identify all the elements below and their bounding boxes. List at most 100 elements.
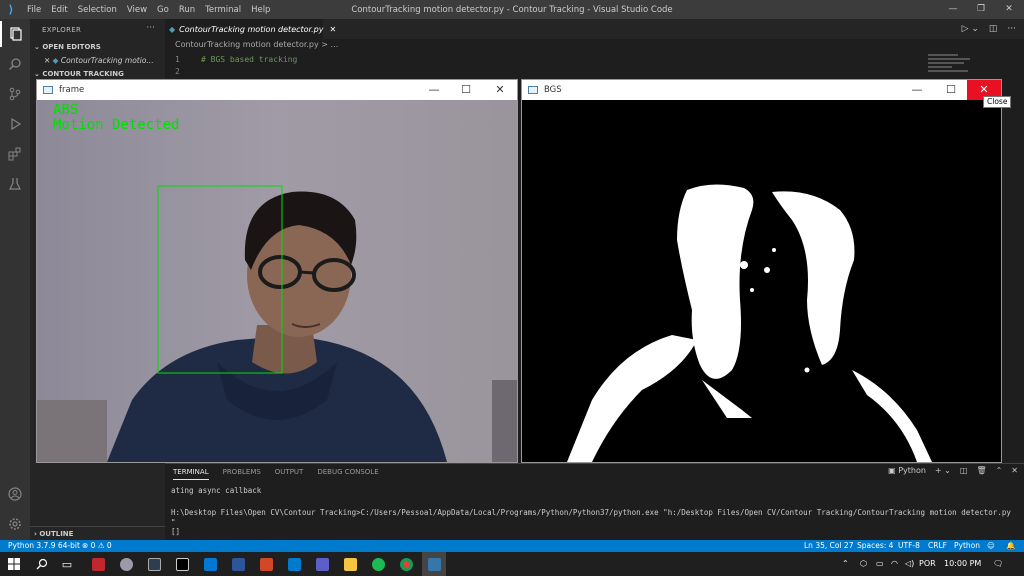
vscode-logo-icon: ⟩ [8, 3, 14, 16]
problems-count[interactable]: ⊗ 0 ⚠ 0 [82, 541, 112, 550]
end-of-line[interactable]: CRLF [928, 541, 947, 550]
maximize-icon[interactable]: ☐ [934, 80, 968, 100]
webcam-frame-image: ABS Motion Detected [37, 100, 517, 462]
terminal-cursor[interactable]: [] [171, 527, 180, 536]
restore-icon[interactable]: ❐ [968, 0, 994, 19]
minimize-icon[interactable]: — [900, 80, 934, 100]
bgs-window-titlebar[interactable]: BGS — ☐ ✕ [522, 80, 1001, 100]
network-icon[interactable]: ◠ [891, 552, 898, 576]
windows-start-icon[interactable] [2, 552, 26, 576]
tab-output[interactable]: OUTPUT [275, 468, 304, 480]
mail-app-icon[interactable] [198, 552, 222, 576]
new-terminal-icon[interactable]: + ⌄ [935, 466, 951, 475]
menu-go[interactable]: Go [152, 5, 174, 15]
account-icon[interactable] [0, 481, 30, 507]
menu-help[interactable]: Help [246, 5, 275, 15]
frame-window: frame — ☐ ✕ ABS Motion Detected [36, 79, 518, 463]
breadcrumb[interactable]: ContourTracking motion detector.py > ... [175, 40, 338, 49]
volume-icon[interactable]: ◁) [905, 552, 914, 576]
terminal-app-icon[interactable] [170, 552, 194, 576]
extensions-icon[interactable] [0, 141, 30, 167]
tab-terminal[interactable]: TERMINAL [173, 468, 209, 480]
paint-app-icon[interactable] [114, 552, 138, 576]
menu-bar: File Edit Selection View Go Run Terminal… [22, 5, 275, 15]
editor-actions: ▷ ⌄ ◫ ··· [962, 19, 1016, 39]
run-debug-icon[interactable] [0, 111, 30, 137]
minimize-icon[interactable]: — [417, 80, 451, 100]
menu-file[interactable]: File [22, 5, 46, 15]
terminal-line: " [171, 518, 176, 527]
search-icon[interactable] [30, 552, 54, 576]
chrome-app-icon[interactable] [394, 552, 418, 576]
pdf-app-icon[interactable] [86, 552, 110, 576]
chevron-up-icon[interactable]: ⌃ [842, 552, 849, 576]
indentation[interactable]: Spaces: 4 [857, 541, 893, 550]
overlay-line-abs: ABS [53, 102, 79, 118]
search-icon[interactable] [0, 51, 30, 77]
chevron-up-icon[interactable]: ⌃ [996, 466, 1003, 475]
terminal-line: H:\Desktop Files\Open CV\Contour Trackin… [171, 508, 1011, 517]
vscode-app-icon[interactable] [282, 552, 306, 576]
word-app-icon[interactable] [226, 552, 250, 576]
split-terminal-icon[interactable]: ◫ [960, 466, 968, 475]
split-editor-icon[interactable]: ◫ [989, 24, 998, 34]
frame-window-titlebar[interactable]: frame — ☐ ✕ [37, 80, 517, 100]
python-file-icon: ◆ [169, 24, 176, 34]
close-panel-icon[interactable]: ✕ [1011, 466, 1018, 475]
code-line[interactable]: # BGS based tracking [201, 55, 297, 64]
terminal-panel: TERMINAL PROBLEMS OUTPUT DEBUG CONSOLE ▣… [165, 463, 1024, 540]
terminal-shell-select[interactable]: ▣ Python [888, 466, 926, 475]
menu-view[interactable]: View [122, 5, 152, 15]
overlay-text: ABS Motion Detected [53, 103, 179, 133]
action-center-icon[interactable]: 🗨 [993, 552, 1003, 576]
panel-tabs: TERMINAL PROBLEMS OUTPUT DEBUG CONSOLE [173, 468, 379, 480]
open-editor-item[interactable]: ✕ ◆ ContourTracking motio... [44, 56, 165, 67]
close-icon[interactable]: ✕ [483, 80, 517, 100]
folder-label: CONTOUR TRACKING [42, 70, 124, 78]
menu-terminal[interactable]: Terminal [200, 5, 246, 15]
spotify-app-icon[interactable] [366, 552, 390, 576]
file-explorer-icon[interactable] [338, 552, 362, 576]
editor-more-icon[interactable]: ··· [1007, 24, 1016, 34]
window-app-icon [43, 86, 53, 94]
run-file-icon[interactable]: ▷ ⌄ [962, 24, 979, 34]
menu-run[interactable]: Run [174, 5, 200, 15]
maximize-icon[interactable]: ☐ [449, 80, 483, 100]
language-mode[interactable]: Python [954, 541, 980, 550]
menu-selection[interactable]: Selection [73, 5, 122, 15]
tab-close-icon[interactable]: ✕ [329, 25, 336, 34]
display-app-icon[interactable] [142, 552, 166, 576]
cursor-position[interactable]: Ln 35, Col 27 [804, 541, 853, 550]
outline-section[interactable]: › OUTLINE [30, 526, 165, 540]
python-app-icon[interactable] [422, 552, 446, 576]
tab-problems[interactable]: PROBLEMS [223, 468, 261, 480]
close-icon[interactable]: ✕ [996, 0, 1022, 19]
editor-tab[interactable]: ◆ ContourTracking motion detector.py ✕ [165, 19, 336, 39]
location-icon[interactable]: ⬡ [860, 552, 867, 576]
powerpoint-app-icon[interactable] [254, 552, 278, 576]
battery-icon[interactable]: ▭ [876, 552, 884, 576]
clock[interactable]: 10:00 PM [944, 552, 981, 576]
settings-gear-icon[interactable] [0, 511, 30, 537]
task-view-icon[interactable]: ▭ [55, 552, 79, 576]
windows-taskbar: ▭ ⌃ ⬡ ▭ ◠ ◁) POR 10:00 PM 🗨 [0, 552, 1024, 576]
more-actions-icon[interactable]: ··· [146, 23, 155, 33]
explorer-icon[interactable] [0, 21, 30, 47]
input-language[interactable]: POR [919, 552, 936, 576]
open-editors-section[interactable]: ⌄ OPEN EDITORS [34, 43, 101, 51]
testing-icon[interactable] [0, 171, 30, 197]
python-interpreter[interactable]: Python 3.7.9 64-bit [8, 541, 80, 550]
teams-app-icon[interactable] [310, 552, 334, 576]
explorer-header: EXPLORER [42, 26, 82, 34]
tab-debug-console[interactable]: DEBUG CONSOLE [317, 468, 378, 480]
source-control-icon[interactable] [0, 81, 30, 107]
trash-icon[interactable]: 🗑 [976, 466, 986, 475]
status-bar: Python 3.7.9 64-bit ⊗ 0 ⚠ 0 Ln 35, Col 2… [0, 540, 1024, 552]
menu-edit[interactable]: Edit [46, 5, 72, 15]
encoding[interactable]: UTF-8 [898, 541, 920, 550]
folder-section[interactable]: ⌄ CONTOUR TRACKING [34, 70, 124, 78]
minimize-icon[interactable]: — [940, 0, 966, 19]
activity-bar [0, 19, 30, 540]
feedback-icon[interactable]: ☺ [987, 541, 995, 550]
notifications-bell-icon[interactable]: 🔔 [1006, 541, 1015, 550]
